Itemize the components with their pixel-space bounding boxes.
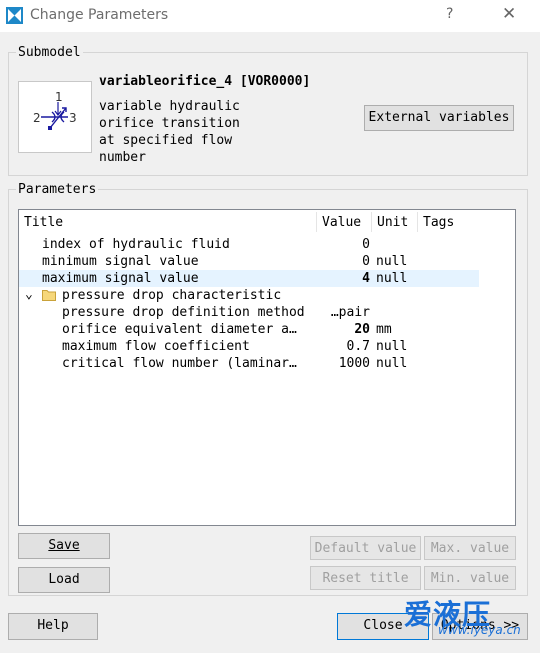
help-button[interactable]: Help bbox=[8, 613, 98, 640]
param-title: orifice equivalent diameter a… bbox=[62, 322, 297, 337]
column-header-value[interactable]: Value bbox=[318, 212, 371, 234]
title-bar[interactable]: Change Parameters ? ✕ bbox=[0, 0, 540, 32]
param-value[interactable]: 0 bbox=[320, 236, 370, 253]
table-row[interactable]: minimum signal value 0 null bbox=[19, 253, 479, 270]
default-value-button[interactable]: Default value bbox=[310, 536, 421, 560]
submodel-group-label: Submodel bbox=[16, 45, 83, 60]
column-divider[interactable] bbox=[316, 212, 317, 232]
param-value[interactable]: 1000 bbox=[320, 355, 370, 372]
table-row[interactable]: pressure drop definition method …pair bbox=[19, 304, 479, 321]
port-2-label: 2 bbox=[33, 111, 41, 125]
table-row[interactable]: index of hydraulic fluid 0 bbox=[19, 236, 479, 253]
port-3-label: 3 bbox=[69, 111, 77, 125]
min-value-button[interactable]: Min. value bbox=[424, 566, 516, 590]
external-variables-button[interactable]: External variables bbox=[364, 105, 514, 131]
description-line: number bbox=[99, 150, 146, 165]
tree-folder-row[interactable]: ⌄ pressure drop characteristic bbox=[19, 287, 479, 304]
param-unit: null bbox=[376, 356, 408, 371]
param-value[interactable]: 20 bbox=[320, 321, 370, 338]
param-title: minimum signal value bbox=[42, 254, 199, 269]
table-row[interactable]: maximum signal value 4 null bbox=[19, 270, 479, 287]
table-row[interactable]: orifice equivalent diameter a… 20 mm bbox=[19, 321, 479, 338]
param-unit: null bbox=[376, 254, 408, 269]
load-button[interactable]: Load bbox=[18, 567, 110, 593]
param-value[interactable]: 0.7 bbox=[320, 338, 370, 355]
submodel-icon: 1 2 3 bbox=[18, 81, 92, 153]
param-unit: null bbox=[376, 339, 408, 354]
close-icon[interactable]: ✕ bbox=[502, 4, 516, 24]
param-value[interactable]: …pair bbox=[320, 304, 370, 321]
param-title: critical flow number (laminar… bbox=[62, 356, 297, 371]
chevron-down-icon[interactable]: ⌄ bbox=[25, 286, 33, 303]
watermark: 爱液压 www.iyeya.cn bbox=[404, 593, 540, 653]
table-row[interactable]: maximum flow coefficient 0.7 null bbox=[19, 338, 479, 355]
reset-title-button[interactable]: Reset title bbox=[310, 566, 421, 590]
parameters-tree[interactable]: Title Value Unit Tags index of hydraulic… bbox=[18, 209, 516, 526]
column-divider[interactable] bbox=[371, 212, 372, 232]
column-divider[interactable] bbox=[417, 212, 418, 232]
orifice-symbol-icon: 1 2 3 bbox=[33, 90, 77, 130]
load-label: Load bbox=[48, 572, 80, 587]
column-header-tags[interactable]: Tags bbox=[419, 212, 464, 234]
param-title: index of hydraulic fluid bbox=[42, 237, 230, 252]
param-title: maximum flow coefficient bbox=[62, 339, 250, 354]
app-logo-icon bbox=[6, 7, 23, 24]
column-header-unit[interactable]: Unit bbox=[373, 212, 417, 234]
description-line: at specified flow bbox=[99, 133, 233, 148]
table-row[interactable]: critical flow number (laminar… 1000 null bbox=[19, 355, 479, 372]
column-header-title[interactable]: Title bbox=[20, 212, 317, 234]
help-icon[interactable]: ? bbox=[446, 6, 453, 22]
save-button[interactable]: Save bbox=[18, 533, 110, 559]
param-unit: null bbox=[376, 271, 408, 286]
max-value-button[interactable]: Max. value bbox=[424, 536, 516, 560]
param-value[interactable]: 4 bbox=[320, 270, 370, 287]
folder-icon bbox=[42, 290, 56, 301]
watermark-url: www.iyeya.cn bbox=[438, 623, 521, 637]
description-line: variable hydraulic bbox=[99, 99, 240, 114]
param-title: pressure drop characteristic bbox=[62, 288, 282, 303]
param-title: maximum signal value bbox=[42, 271, 199, 286]
param-title: pressure drop definition method bbox=[62, 305, 305, 320]
param-value[interactable]: 0 bbox=[320, 253, 370, 270]
submodel-name: variableorifice_4 [VOR0000] bbox=[99, 74, 311, 89]
save-label: Save bbox=[48, 538, 80, 553]
window-title: Change Parameters bbox=[30, 7, 169, 23]
port-1-label: 1 bbox=[55, 90, 63, 104]
param-unit: mm bbox=[376, 322, 392, 337]
parameters-group-label: Parameters bbox=[16, 182, 99, 197]
description-line: orifice transition bbox=[99, 116, 240, 131]
submodel-description: variable hydraulic orifice transition at… bbox=[99, 98, 259, 166]
